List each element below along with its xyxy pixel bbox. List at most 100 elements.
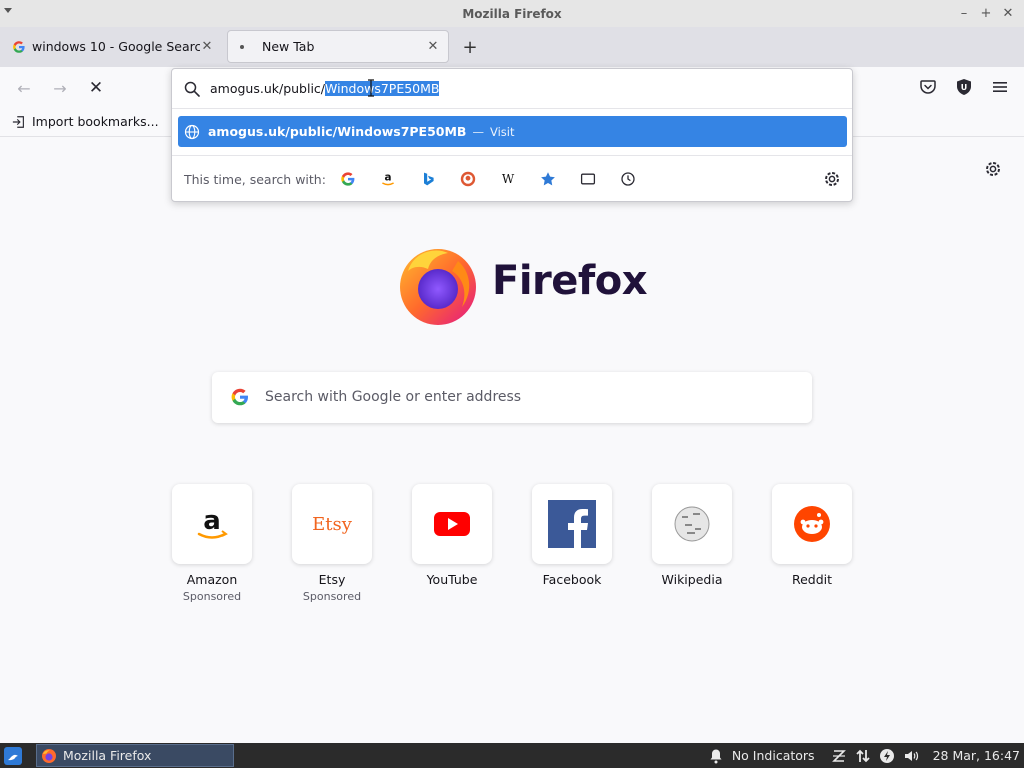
notification-bell-icon[interactable] [708, 748, 724, 764]
url-text-selected: Windows7PE50MB [325, 81, 440, 96]
system-tray: No Indicators 28 Mar, 16:47 [708, 743, 1020, 768]
tab-strip: windows 10 - Google Search ✕ New Tab ✕ + [0, 27, 1024, 67]
page-search-box[interactable]: Search with Google or enter address [212, 372, 812, 423]
clock-label[interactable]: 28 Mar, 16:47 [933, 748, 1020, 763]
bookmarks-search-button[interactable] [538, 169, 558, 189]
stop-loading-button[interactable]: ✕ [84, 76, 108, 100]
bing-icon [424, 172, 434, 186]
etsy-logo: Etsy [312, 513, 352, 535]
top-site-tile[interactable]: Etsy [292, 484, 372, 564]
tabs-search-button[interactable] [578, 169, 598, 189]
import-bookmarks-button[interactable]: Import bookmarks... [12, 114, 159, 129]
top-site-name: Etsy [318, 572, 346, 587]
personalize-settings-icon[interactable] [983, 159, 1003, 179]
top-site-reddit[interactable]: Reddit [772, 484, 852, 587]
globe-icon [184, 124, 200, 139]
svg-text:a: a [384, 172, 391, 184]
google-search-engine-button[interactable] [338, 169, 358, 189]
tab-icon [580, 173, 596, 185]
text-cursor-icon [368, 79, 374, 97]
tab-new-tab[interactable]: New Tab ✕ [227, 30, 449, 63]
back-button[interactable]: ← [12, 76, 36, 100]
top-site-tile[interactable] [652, 484, 732, 564]
wikipedia-search-engine-button[interactable]: W [498, 169, 518, 189]
svg-text:a: a [203, 506, 221, 536]
top-site-tile[interactable] [412, 484, 492, 564]
top-site-youtube[interactable]: YouTube [412, 484, 492, 587]
bing-search-engine-button[interactable] [418, 169, 438, 189]
google-icon [341, 172, 355, 186]
minimize-button[interactable]: – [956, 3, 972, 23]
star-icon [541, 172, 555, 186]
page-search-placeholder: Search with Google or enter address [265, 389, 522, 405]
history-search-button[interactable] [618, 169, 638, 189]
google-icon [231, 388, 248, 406]
forward-button[interactable]: → [48, 76, 72, 100]
close-window-button[interactable]: ✕ [1000, 3, 1016, 23]
import-bookmarks-label: Import bookmarks... [32, 114, 159, 129]
top-site-name: Wikipedia [661, 572, 723, 587]
youtube-icon [434, 512, 470, 536]
taskbar: Mozilla Firefox No Indicators 28 Mar, 16… [0, 743, 1024, 768]
result-separator: — [472, 124, 484, 139]
amazon-search-engine-button[interactable]: a [378, 169, 398, 189]
search-with-label: This time, search with: [184, 172, 326, 187]
urlbar-input-row[interactable]: amogus.uk/public/Windows7PE50MB [172, 69, 852, 109]
top-site-tile[interactable] [772, 484, 852, 564]
urlbar-result-visit[interactable]: amogus.uk/public/Windows7PE50MB — Visit [178, 116, 847, 147]
network-transfer-icon[interactable] [855, 748, 871, 764]
urlbar-input[interactable]: amogus.uk/public/Windows7PE50MB [210, 81, 440, 96]
window-menu-icon[interactable] [4, 8, 12, 13]
search-settings-gear-icon[interactable] [822, 169, 842, 189]
loading-dot-icon [240, 44, 244, 49]
start-menu-icon[interactable] [4, 747, 22, 765]
top-site-facebook[interactable]: Facebook [532, 484, 612, 587]
duckduckgo-search-engine-button[interactable] [458, 169, 478, 189]
tab-title: windows 10 - Google Search [32, 39, 200, 54]
wikipedia-icon: W [502, 172, 515, 186]
tab-title: New Tab [262, 39, 315, 54]
top-site-name: Reddit [791, 572, 833, 587]
search-icon [184, 81, 200, 97]
one-off-search-row: This time, search with: a W [172, 156, 852, 202]
close-tab-icon[interactable]: ✕ [426, 39, 440, 54]
firefox-wordmark: Firefox [492, 258, 648, 304]
divider [172, 108, 852, 109]
hamburger-menu-icon[interactable] [990, 77, 1010, 97]
top-site-etsy[interactable]: Etsy Etsy Sponsored [292, 484, 372, 603]
top-site-wikipedia[interactable]: Wikipedia [652, 484, 732, 587]
no-indicators-label[interactable]: No Indicators [732, 748, 815, 763]
ublock-shield-icon[interactable]: U [954, 77, 974, 97]
new-tab-button[interactable]: + [458, 35, 482, 59]
input-method-icon[interactable] [831, 748, 847, 764]
window-title: Mozilla Firefox [462, 6, 562, 21]
amazon-icon: a [382, 172, 394, 186]
window-titlebar: Mozilla Firefox – + ✕ [0, 0, 1024, 27]
close-tab-icon[interactable]: ✕ [200, 39, 214, 54]
wikipedia-globe-icon [674, 506, 710, 542]
volume-icon[interactable] [903, 748, 919, 764]
top-site-amazon[interactable]: a Amazon Sponsored [172, 484, 252, 603]
url-text-prefix: amogus.uk/public/ [210, 81, 326, 96]
clock-icon [621, 172, 635, 186]
power-icon[interactable] [879, 748, 895, 764]
sponsored-label: Sponsored [182, 590, 242, 603]
firefox-icon [42, 748, 56, 763]
top-site-name: Facebook [542, 572, 602, 587]
tab-google-search[interactable]: windows 10 - Google Search ✕ [4, 30, 222, 63]
top-site-tile[interactable]: a [172, 484, 252, 564]
firefox-logo-icon [400, 249, 476, 325]
top-site-tile[interactable] [532, 484, 612, 564]
pocket-icon[interactable] [918, 77, 938, 97]
reddit-icon [794, 506, 830, 542]
svg-text:W: W [502, 172, 515, 186]
result-action-label: Visit [489, 124, 515, 139]
taskbar-firefox-button[interactable]: Mozilla Firefox [36, 744, 234, 767]
taskbar-app-label: Mozilla Firefox [63, 748, 152, 763]
top-site-name: YouTube [426, 572, 478, 587]
duckduckgo-icon [460, 171, 476, 187]
maximize-button[interactable]: + [978, 3, 994, 23]
urlbar-dropdown: amogus.uk/public/Windows7PE50MB amogus.u… [171, 68, 853, 202]
top-site-name: Amazon [186, 572, 238, 587]
sponsored-label: Sponsored [302, 590, 362, 603]
